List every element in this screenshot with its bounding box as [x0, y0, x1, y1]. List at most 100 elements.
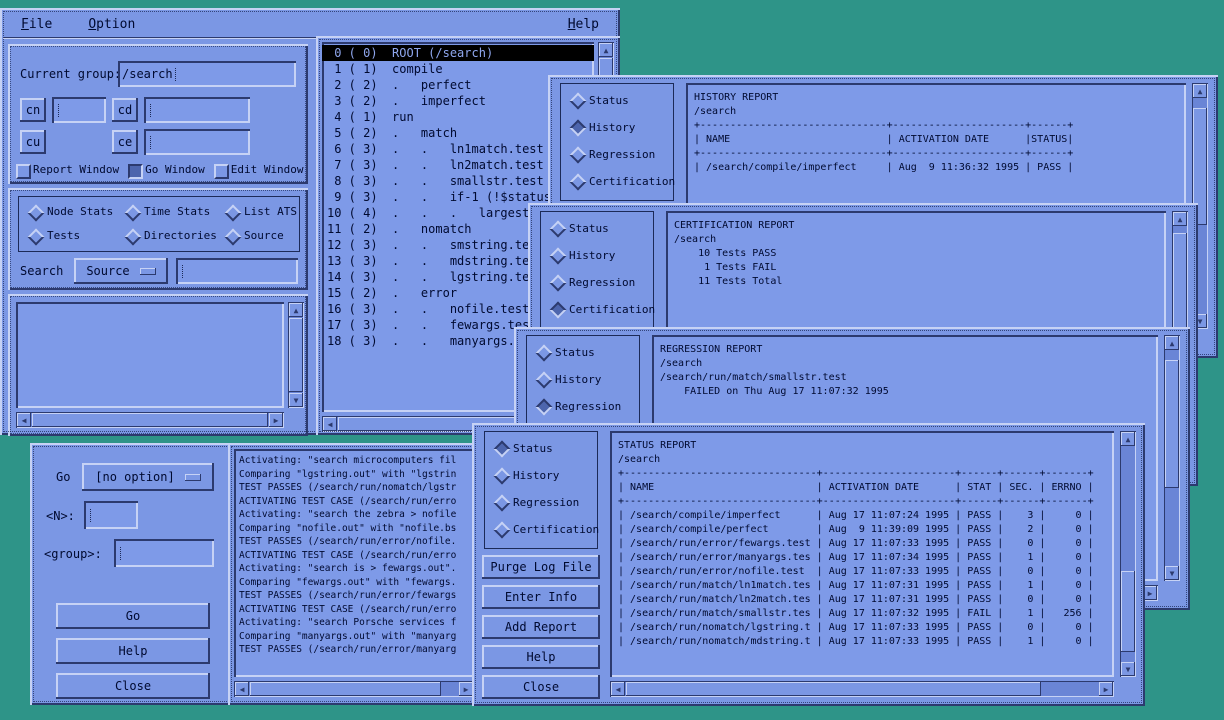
report-type-radio[interactable]: History: [493, 466, 597, 493]
scrollbar-thumb[interactable]: [1121, 571, 1135, 652]
stats-radio[interactable]: Node Stats: [27, 203, 124, 221]
scrollbar-track[interactable]: [289, 318, 303, 392]
scroll-up-icon[interactable]: ▲: [599, 43, 613, 57]
report-type-radio[interactable]: Regression: [535, 397, 639, 424]
scrollbar-thumb[interactable]: [626, 682, 1041, 696]
add-report-button[interactable]: Add Report: [482, 615, 600, 639]
cu-button[interactable]: cu: [20, 130, 46, 154]
scroll-right-icon[interactable]: ▶: [459, 682, 473, 696]
scroll-left-icon[interactable]: ◀: [17, 413, 31, 427]
cd-input[interactable]: [144, 97, 250, 123]
ce-button[interactable]: ce: [112, 130, 138, 154]
log-text[interactable]: Activating: "search microcomputers filCo…: [234, 449, 474, 677]
report-type-radio[interactable]: History: [569, 118, 673, 145]
option-menu-icon: [140, 268, 156, 275]
results-vscrollbar[interactable]: ▲ ▼: [288, 302, 304, 408]
cn-input[interactable]: [52, 97, 106, 123]
stats-radio[interactable]: Directories: [124, 227, 224, 245]
purge-log-file-button[interactable]: Purge Log File: [482, 555, 600, 579]
go-help-button[interactable]: Help: [56, 638, 210, 664]
n-input[interactable]: [84, 501, 138, 529]
report-type-radio[interactable]: Regression: [549, 273, 653, 300]
log-line: Activating: "search is > fewargs.out".: [239, 562, 474, 576]
scroll-up-icon[interactable]: ▲: [1121, 432, 1135, 446]
report-type-radio[interactable]: History: [535, 370, 639, 397]
report-line: /search: [674, 233, 1166, 247]
go-close-button[interactable]: Close: [56, 673, 210, 699]
window-checkbox[interactable]: Go Window: [128, 162, 205, 178]
status-report-window: StatusHistoryRegressionCertification Pur…: [472, 423, 1145, 706]
cn-button[interactable]: cn: [20, 98, 46, 122]
stats-radio[interactable]: Source: [224, 227, 306, 245]
cd-button[interactable]: cd: [112, 98, 138, 122]
report-type-radio[interactable]: Certification: [569, 172, 673, 199]
log-line: TEST PASSES (/search/run/error/nofile.: [239, 535, 474, 549]
menu-option[interactable]: Option: [88, 17, 135, 32]
scrollbar-thumb[interactable]: [289, 318, 303, 392]
report-type-radio[interactable]: Regression: [493, 493, 597, 520]
scroll-left-icon[interactable]: ◀: [323, 417, 337, 431]
report-type-radio[interactable]: Status: [535, 343, 639, 370]
scroll-up-icon[interactable]: ▲: [1165, 336, 1179, 350]
enter-info-button[interactable]: Enter Info: [482, 585, 600, 609]
menu-file[interactable]: File: [21, 17, 52, 32]
go-button[interactable]: Go: [56, 603, 210, 629]
scrollbar-track[interactable]: [250, 682, 458, 696]
report-close-button[interactable]: Close: [482, 675, 600, 699]
scrollbar-thumb[interactable]: [1165, 360, 1179, 488]
tree-item[interactable]: 0 ( 0) ROOT (/search): [322, 45, 594, 61]
results-list[interactable]: [16, 302, 284, 408]
search-mode-dropdown[interactable]: Source: [74, 258, 168, 284]
window-checkbox[interactable]: Report Window: [16, 162, 119, 178]
ce-input[interactable]: [144, 129, 250, 155]
scroll-up-icon[interactable]: ▲: [1173, 212, 1187, 226]
results-hscrollbar[interactable]: ◀ ▶: [16, 412, 284, 428]
status-vscrollbar[interactable]: ▲ ▼: [1120, 431, 1136, 677]
regression-vscrollbar[interactable]: ▲ ▼: [1164, 335, 1180, 581]
scrollbar-track[interactable]: [1165, 351, 1179, 565]
scroll-down-icon[interactable]: ▼: [289, 393, 303, 407]
window-checkbox[interactable]: Edit Window: [214, 162, 304, 178]
scroll-up-icon[interactable]: ▲: [1193, 84, 1207, 98]
search-input[interactable]: [176, 258, 298, 284]
report-type-radio[interactable]: Status: [493, 439, 597, 466]
report-line: | /search/compile/imperfect | Aug 9 11:3…: [694, 161, 1186, 175]
group-input[interactable]: [114, 539, 214, 567]
window-toggle-group: Report Window Go Window Edit Window: [16, 162, 304, 178]
log-hscrollbar[interactable]: ◀ ▶: [234, 681, 474, 697]
scrollbar-thumb[interactable]: [32, 413, 268, 427]
scroll-down-icon[interactable]: ▼: [1165, 566, 1179, 580]
scrollbar-thumb[interactable]: [250, 682, 441, 696]
go-window: Go [no option] <N>: <group>: Go Help Clo…: [30, 443, 236, 705]
stats-radio[interactable]: Time Stats: [124, 203, 224, 221]
scroll-down-icon[interactable]: ▼: [1121, 662, 1135, 676]
text-caret: [150, 136, 151, 149]
menu-help[interactable]: Help: [568, 17, 599, 32]
stats-radio[interactable]: List ATS: [224, 203, 306, 221]
report-help-button[interactable]: Help: [482, 645, 600, 669]
status-report-text[interactable]: STATUS REPORT/search+-------------------…: [610, 431, 1114, 677]
report-line: | /search/compile/perfect | Aug 9 11:39:…: [618, 523, 1114, 537]
report-type-radio[interactable]: Certification: [493, 520, 597, 547]
scrollbar-track[interactable]: [626, 682, 1098, 696]
stats-radio[interactable]: Tests: [27, 227, 124, 245]
report-type-radio[interactable]: Regression: [569, 145, 673, 172]
scroll-up-icon[interactable]: ▲: [289, 303, 303, 317]
scroll-right-icon[interactable]: ▶: [1143, 586, 1157, 600]
report-line: REGRESSION REPORT: [660, 343, 1158, 357]
report-type-radio[interactable]: Certification: [549, 300, 653, 327]
go-option-dropdown[interactable]: [no option]: [82, 463, 214, 491]
scroll-left-icon[interactable]: ◀: [611, 682, 625, 696]
report-type-radio[interactable]: History: [549, 246, 653, 273]
scrollbar-track[interactable]: [1121, 447, 1135, 661]
report-type-radio[interactable]: Status: [549, 219, 653, 246]
text-caret: [182, 265, 183, 278]
scrollbar-track[interactable]: [32, 413, 268, 427]
status-hscrollbar[interactable]: ◀ ▶: [610, 681, 1114, 697]
current-group-input[interactable]: /search: [118, 61, 296, 87]
scroll-right-icon[interactable]: ▶: [269, 413, 283, 427]
scroll-right-icon[interactable]: ▶: [1099, 682, 1113, 696]
report-type-radio[interactable]: Status: [569, 91, 673, 118]
scroll-left-icon[interactable]: ◀: [235, 682, 249, 696]
menu-bar: File Option Help: [3, 11, 617, 38]
